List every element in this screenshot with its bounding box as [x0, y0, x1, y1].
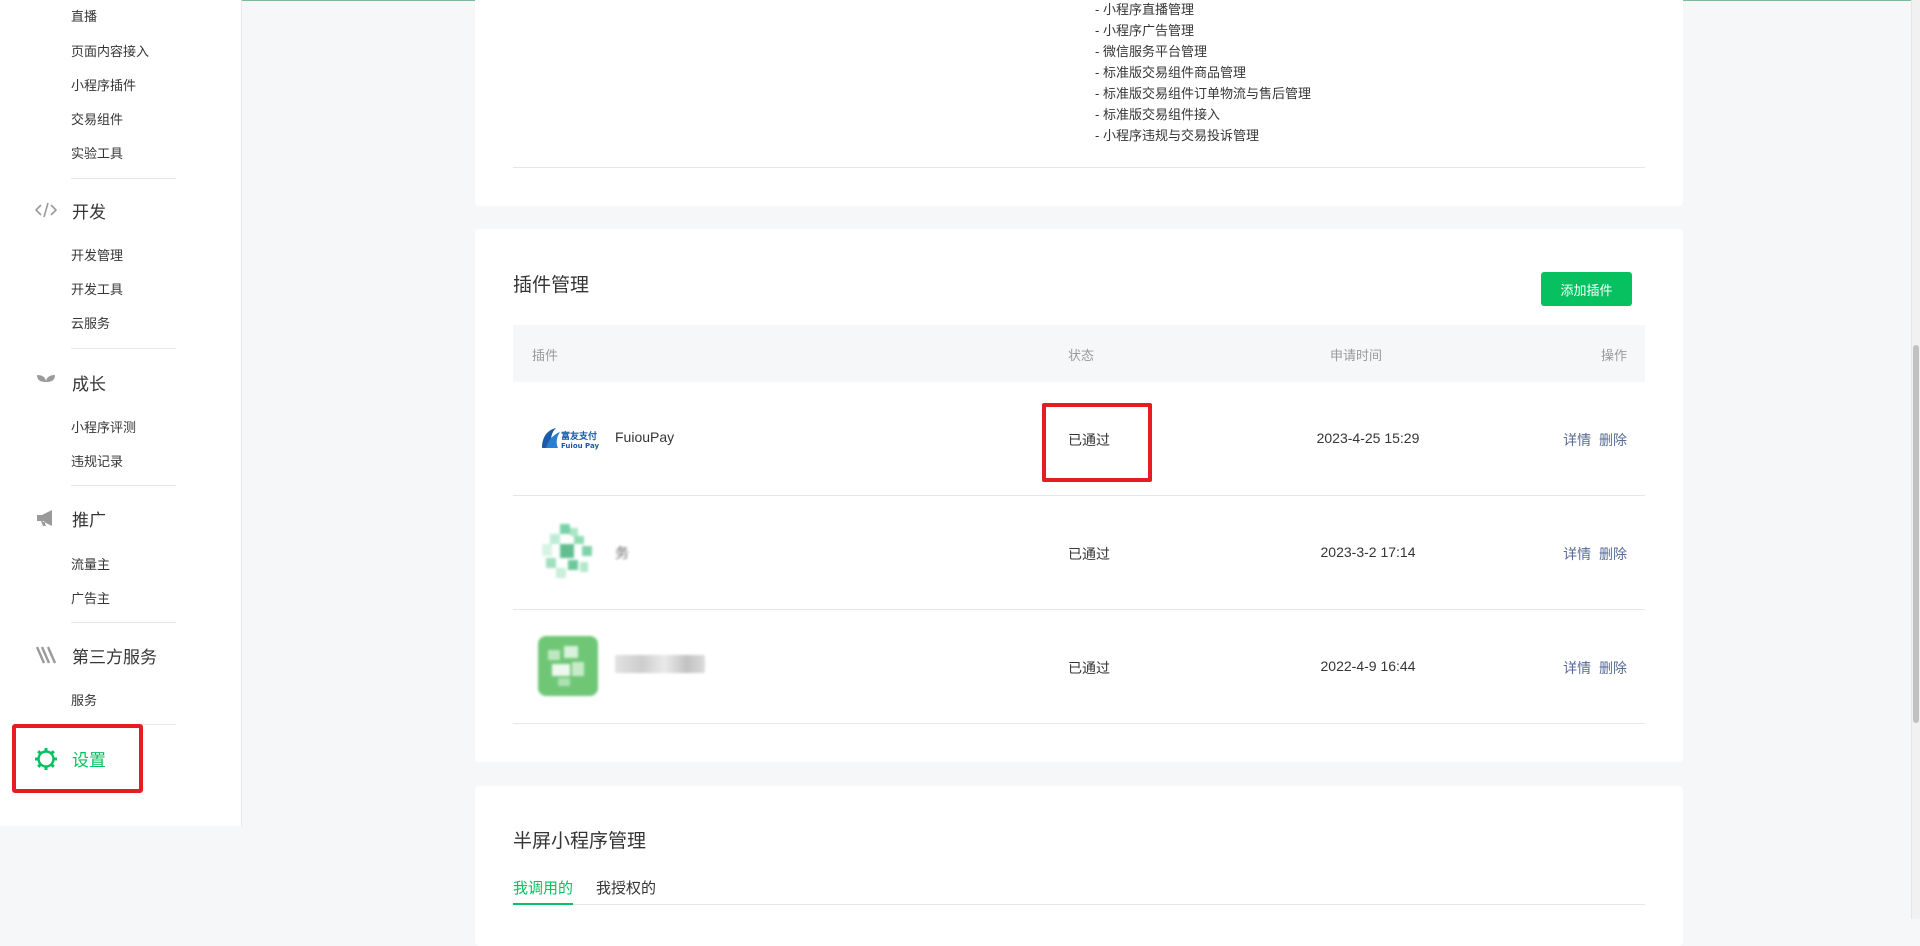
- highlight-box-settings: 设置: [12, 724, 143, 793]
- tab-i-authorized[interactable]: 我授权的: [596, 877, 656, 898]
- highlight-box-status: [1042, 403, 1152, 482]
- delete-link[interactable]: 删除: [1599, 432, 1627, 448]
- header-action: 操作: [1600, 348, 1627, 363]
- sidebar-divider: [71, 348, 176, 349]
- sidebar-item-cloud[interactable]: 云服务: [71, 315, 110, 332]
- svg-text:富友支付: 富友支付: [561, 430, 597, 442]
- sidebar-group-third-party[interactable]: 第三方服务: [34, 643, 157, 667]
- permission-item: - 标准版交易组件商品管理: [1095, 65, 1246, 80]
- half-screen-title: 半屏小程序管理: [513, 831, 647, 852]
- sidebar-settings-label: 设置: [72, 751, 106, 770]
- header-time: 申请时间: [1330, 348, 1383, 363]
- sidebar-item-trade-component[interactable]: 交易组件: [71, 111, 123, 128]
- sidebar-group-develop[interactable]: 开发: [34, 198, 106, 222]
- sidebar-group-label: 成长: [72, 374, 106, 394]
- sidebar-item-evaluation[interactable]: 小程序评测: [71, 419, 136, 436]
- permission-item: - 小程序广告管理: [1095, 23, 1194, 38]
- permission-item: - 标准版交易组件订单物流与售后管理: [1095, 86, 1311, 101]
- detail-link[interactable]: 详情: [1563, 432, 1591, 448]
- sidebar-divider: [71, 485, 176, 486]
- sidebar-group-label: 推广: [72, 510, 106, 530]
- plugin-logo-pixelated: [538, 636, 598, 696]
- sidebar-item-dev-tools[interactable]: 开发工具: [71, 281, 123, 298]
- table-header: 插件 状态 申请时间 操作: [513, 325, 1645, 382]
- permissions-card: - 小程序直播管理 - 小程序广告管理 - 微信服务平台管理 - 标准版交易组件…: [475, 0, 1683, 206]
- permission-item: - 标准版交易组件接入: [1095, 107, 1220, 122]
- header-status: 状态: [1068, 348, 1095, 363]
- tabs-divider: [513, 904, 1645, 905]
- half-screen-card: 半屏小程序管理: [475, 786, 1683, 946]
- plugin-section-title: 插件管理: [513, 275, 590, 296]
- plugin-status: 已通过: [1068, 660, 1110, 676]
- plugin-name: 务: [615, 545, 629, 561]
- plugin-apply-time: 2022-4-9 16:44: [1320, 658, 1416, 674]
- plugin-name: FuiouPay: [615, 429, 675, 445]
- table-row: 务 已通过 2023-3-2 17:14 详情 删除: [513, 496, 1645, 610]
- sidebar-item-traffic-owner[interactable]: 流量主: [71, 556, 110, 573]
- plugin-logo-pixelated: [538, 522, 598, 582]
- sidebar-item-page-content[interactable]: 页面内容接入: [71, 43, 149, 60]
- plugin-name: [615, 655, 705, 673]
- permission-item: - 微信服务平台管理: [1095, 44, 1207, 59]
- code-icon: [34, 198, 58, 222]
- sidebar-item-live[interactable]: 直播: [71, 8, 97, 25]
- sidebar-group-promotion[interactable]: 推广: [34, 506, 106, 530]
- table-row: 已通过 2022-4-9 16:44 详情 删除: [513, 610, 1645, 724]
- header-plugin: 插件: [532, 348, 559, 363]
- row-actions: 详情 删除: [1559, 544, 1627, 564]
- plugin-management-card: 插件管理 添加插件 插件 状态 申请时间 操作 富友支付 Fuiou Pay F…: [475, 229, 1683, 762]
- plugin-status: 已通过: [1068, 546, 1110, 562]
- scrollbar-thumb[interactable]: [1913, 345, 1919, 723]
- permission-item: - 小程序直播管理: [1095, 2, 1194, 17]
- tab-i-called[interactable]: 我调用的: [513, 877, 573, 898]
- gear-icon: [34, 747, 58, 771]
- sprout-icon: [34, 370, 58, 394]
- sidebar-item-dev-manage[interactable]: 开发管理: [71, 247, 123, 264]
- detail-link[interactable]: 详情: [1563, 546, 1591, 562]
- plugin-apply-time: 2023-4-25 15:29: [1316, 430, 1420, 446]
- sidebar-divider: [71, 178, 176, 179]
- fuioupay-logo: 富友支付 Fuiou Pay: [538, 408, 599, 468]
- sidebar-item-advertiser[interactable]: 广告主: [71, 590, 110, 607]
- divider: [513, 167, 1645, 168]
- sidebar-item-mini-plugin[interactable]: 小程序插件: [71, 77, 136, 94]
- sidebar-divider: [71, 622, 176, 623]
- row-actions: 详情 删除: [1559, 430, 1627, 450]
- sidebar-item-violations[interactable]: 违规记录: [71, 453, 123, 470]
- sidebar-group-growth[interactable]: 成长: [34, 370, 106, 394]
- plugin-apply-time: 2023-3-2 17:14: [1320, 544, 1416, 560]
- delete-link[interactable]: 删除: [1599, 660, 1627, 676]
- tab-active-underline: [513, 903, 573, 905]
- sidebar-group-label: 第三方服务: [72, 647, 157, 667]
- sidebar-item-settings[interactable]: 设置: [34, 746, 106, 771]
- sidebar-item-lab-tools[interactable]: 实验工具: [71, 145, 123, 162]
- row-actions: 详情 删除: [1559, 658, 1627, 678]
- sidebar-item-services[interactable]: 服务: [71, 692, 97, 709]
- sidebar-group-label: 开发: [72, 202, 106, 222]
- permission-item: - 小程序违规与交易投诉管理: [1095, 128, 1259, 143]
- third-party-icon: [34, 643, 58, 667]
- delete-link[interactable]: 删除: [1599, 546, 1627, 562]
- detail-link[interactable]: 详情: [1563, 660, 1591, 676]
- svg-text:Fuiou Pay: Fuiou Pay: [561, 442, 599, 450]
- megaphone-icon: [34, 506, 58, 530]
- sidebar: 直播 页面内容接入 小程序插件 交易组件 实验工具 开发 开发管理 开发工具 云…: [0, 0, 242, 826]
- add-plugin-button[interactable]: 添加插件: [1541, 272, 1632, 306]
